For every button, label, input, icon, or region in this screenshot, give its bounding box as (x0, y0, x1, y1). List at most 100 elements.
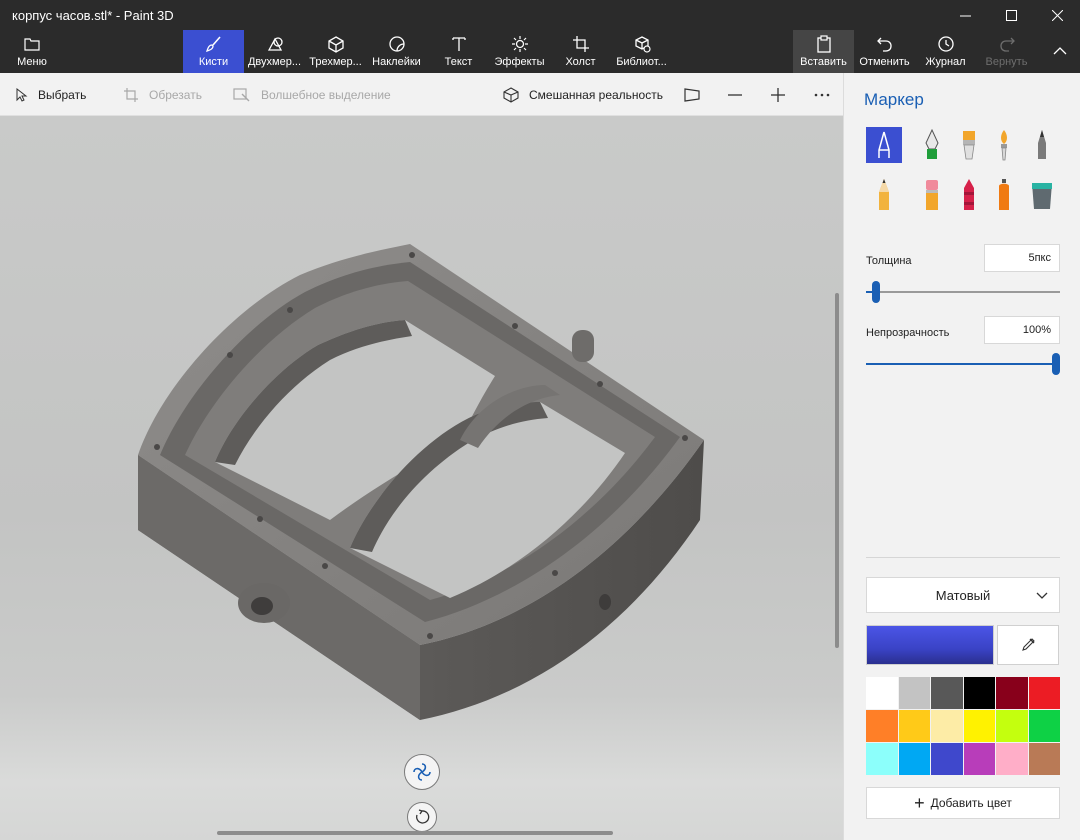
close-button[interactable] (1034, 0, 1080, 30)
tab-stickers[interactable]: Наклейки (366, 30, 427, 73)
library-icon (633, 35, 651, 53)
zoom-out-button[interactable] (728, 73, 752, 116)
window-title: корпус часов.stl* - Paint 3D (12, 7, 174, 23)
more-options-button[interactable] (814, 73, 840, 116)
tab-3d-shapes[interactable]: Трехмер... (305, 30, 366, 73)
sticker-icon (388, 35, 406, 53)
minimize-button[interactable] (942, 0, 988, 30)
brush-panel: Маркер Толщина 5пкс Непрозрачность 100% … (843, 73, 1080, 840)
palette-swatch[interactable] (866, 743, 898, 775)
zoom-in-button[interactable] (771, 73, 795, 116)
watercolor-brush[interactable] (986, 127, 1022, 163)
select-tool[interactable]: Выбрать (16, 73, 86, 116)
palette-swatch[interactable] (931, 710, 963, 742)
chevron-up-icon (1053, 42, 1067, 60)
menu-button[interactable]: Меню (10, 30, 54, 73)
calligraphy-pen-brush[interactable] (914, 127, 950, 163)
magic-select-tool[interactable]: Волшебное выделение (233, 73, 391, 116)
redo-label: Вернуть (985, 56, 1028, 68)
palette-swatch[interactable] (996, 677, 1028, 709)
fill-brush[interactable] (1024, 177, 1060, 213)
tab-canvas[interactable]: Холст (550, 30, 611, 73)
undo-label: Отменить (859, 56, 910, 68)
palette-swatch[interactable] (931, 743, 963, 775)
palette-swatch[interactable] (963, 743, 995, 775)
history-label: Журнал (925, 56, 966, 68)
thickness-slider-track[interactable] (866, 291, 1060, 293)
plus-icon: + (914, 793, 925, 813)
magic-select-icon (233, 87, 251, 102)
marker-brush[interactable] (866, 127, 902, 163)
tab-label: Двухмер... (247, 56, 302, 68)
perspective-icon (684, 87, 700, 102)
tab-2d-shapes[interactable]: Двухмер... (244, 30, 305, 73)
select-label: Выбрать (38, 87, 87, 102)
calligraphy-pen-icon (925, 129, 939, 159)
folder-icon (24, 35, 40, 53)
crop-icon (123, 87, 139, 103)
vertical-scrollbar[interactable] (835, 293, 839, 648)
palette-swatch[interactable] (866, 677, 898, 709)
tab-label: Библиот... (616, 56, 667, 68)
pixel-pen-brush[interactable] (1024, 127, 1060, 163)
color-palette (866, 677, 1060, 775)
rotate-3d-button[interactable] (404, 754, 440, 790)
horizontal-scrollbar[interactable] (217, 831, 613, 835)
palette-swatch[interactable] (898, 743, 930, 775)
maximize-button[interactable] (988, 0, 1034, 30)
spray-can-brush[interactable] (986, 177, 1022, 213)
clipboard-icon (816, 35, 832, 53)
thickness-field[interactable]: 5пкс (984, 244, 1060, 272)
eraser-brush[interactable] (914, 177, 950, 213)
eyedropper-button[interactable] (997, 625, 1059, 665)
watch-case-3d-model[interactable] (0, 116, 843, 840)
palette-swatch[interactable] (931, 677, 963, 709)
crayon-brush[interactable] (951, 177, 987, 213)
minus-icon (728, 88, 742, 102)
palette-swatch[interactable] (898, 710, 930, 742)
thickness-slider-thumb[interactable] (872, 281, 880, 303)
reset-view-button[interactable] (407, 802, 437, 832)
undo-button[interactable]: Отменить (854, 30, 915, 73)
palette-swatch[interactable] (996, 743, 1028, 775)
palette-swatch[interactable] (963, 677, 995, 709)
panel-title: Маркер (864, 90, 924, 109)
palette-swatch[interactable] (963, 710, 995, 742)
opacity-field[interactable]: 100% (984, 316, 1060, 344)
canvas-toolbar: Выбрать Обрезать Волшебное выделение Сме… (0, 73, 843, 116)
magic-select-label: Волшебное выделение (261, 87, 391, 102)
palette-swatch[interactable] (1028, 710, 1060, 742)
redo-button[interactable]: Вернуть (976, 30, 1037, 73)
tab-text[interactable]: Текст (428, 30, 489, 73)
mixed-reality-button[interactable]: Смешанная реальность (503, 73, 663, 116)
more-icon (814, 93, 830, 97)
tab-library[interactable]: Библиот... (611, 30, 672, 73)
current-color-swatch[interactable] (866, 625, 994, 665)
paste-button[interactable]: Вставить (793, 30, 854, 73)
panel-divider (866, 557, 1060, 558)
opacity-slider-fill (866, 363, 1056, 365)
opacity-slider-thumb[interactable] (1052, 353, 1060, 375)
palette-swatch[interactable] (996, 710, 1028, 742)
palette-swatch[interactable] (898, 677, 930, 709)
canvas-viewport[interactable] (0, 116, 843, 840)
history-button[interactable]: Журнал (915, 30, 976, 73)
sun-icon (511, 35, 529, 53)
palette-swatch[interactable] (866, 710, 898, 742)
collapse-ribbon-button[interactable] (1042, 30, 1078, 73)
add-color-label: Добавить цвет (930, 796, 1012, 810)
tab-label: Эффекты (494, 56, 545, 68)
history-icon (937, 35, 955, 53)
pencil-icon (879, 179, 889, 210)
perspective-button[interactable] (684, 73, 710, 116)
pencil-brush[interactable] (866, 177, 902, 213)
finish-dropdown[interactable]: Матовый (866, 577, 1060, 613)
tab-brushes[interactable]: Кисти (183, 30, 244, 73)
palette-swatch[interactable] (1028, 677, 1060, 709)
oil-brush[interactable] (951, 127, 987, 163)
crop-tool[interactable]: Обрезать (123, 73, 202, 116)
menu-label: Меню (17, 56, 47, 68)
add-color-button[interactable]: + Добавить цвет (866, 787, 1060, 819)
palette-swatch[interactable] (1028, 743, 1060, 775)
tab-effects[interactable]: Эффекты (489, 30, 550, 73)
